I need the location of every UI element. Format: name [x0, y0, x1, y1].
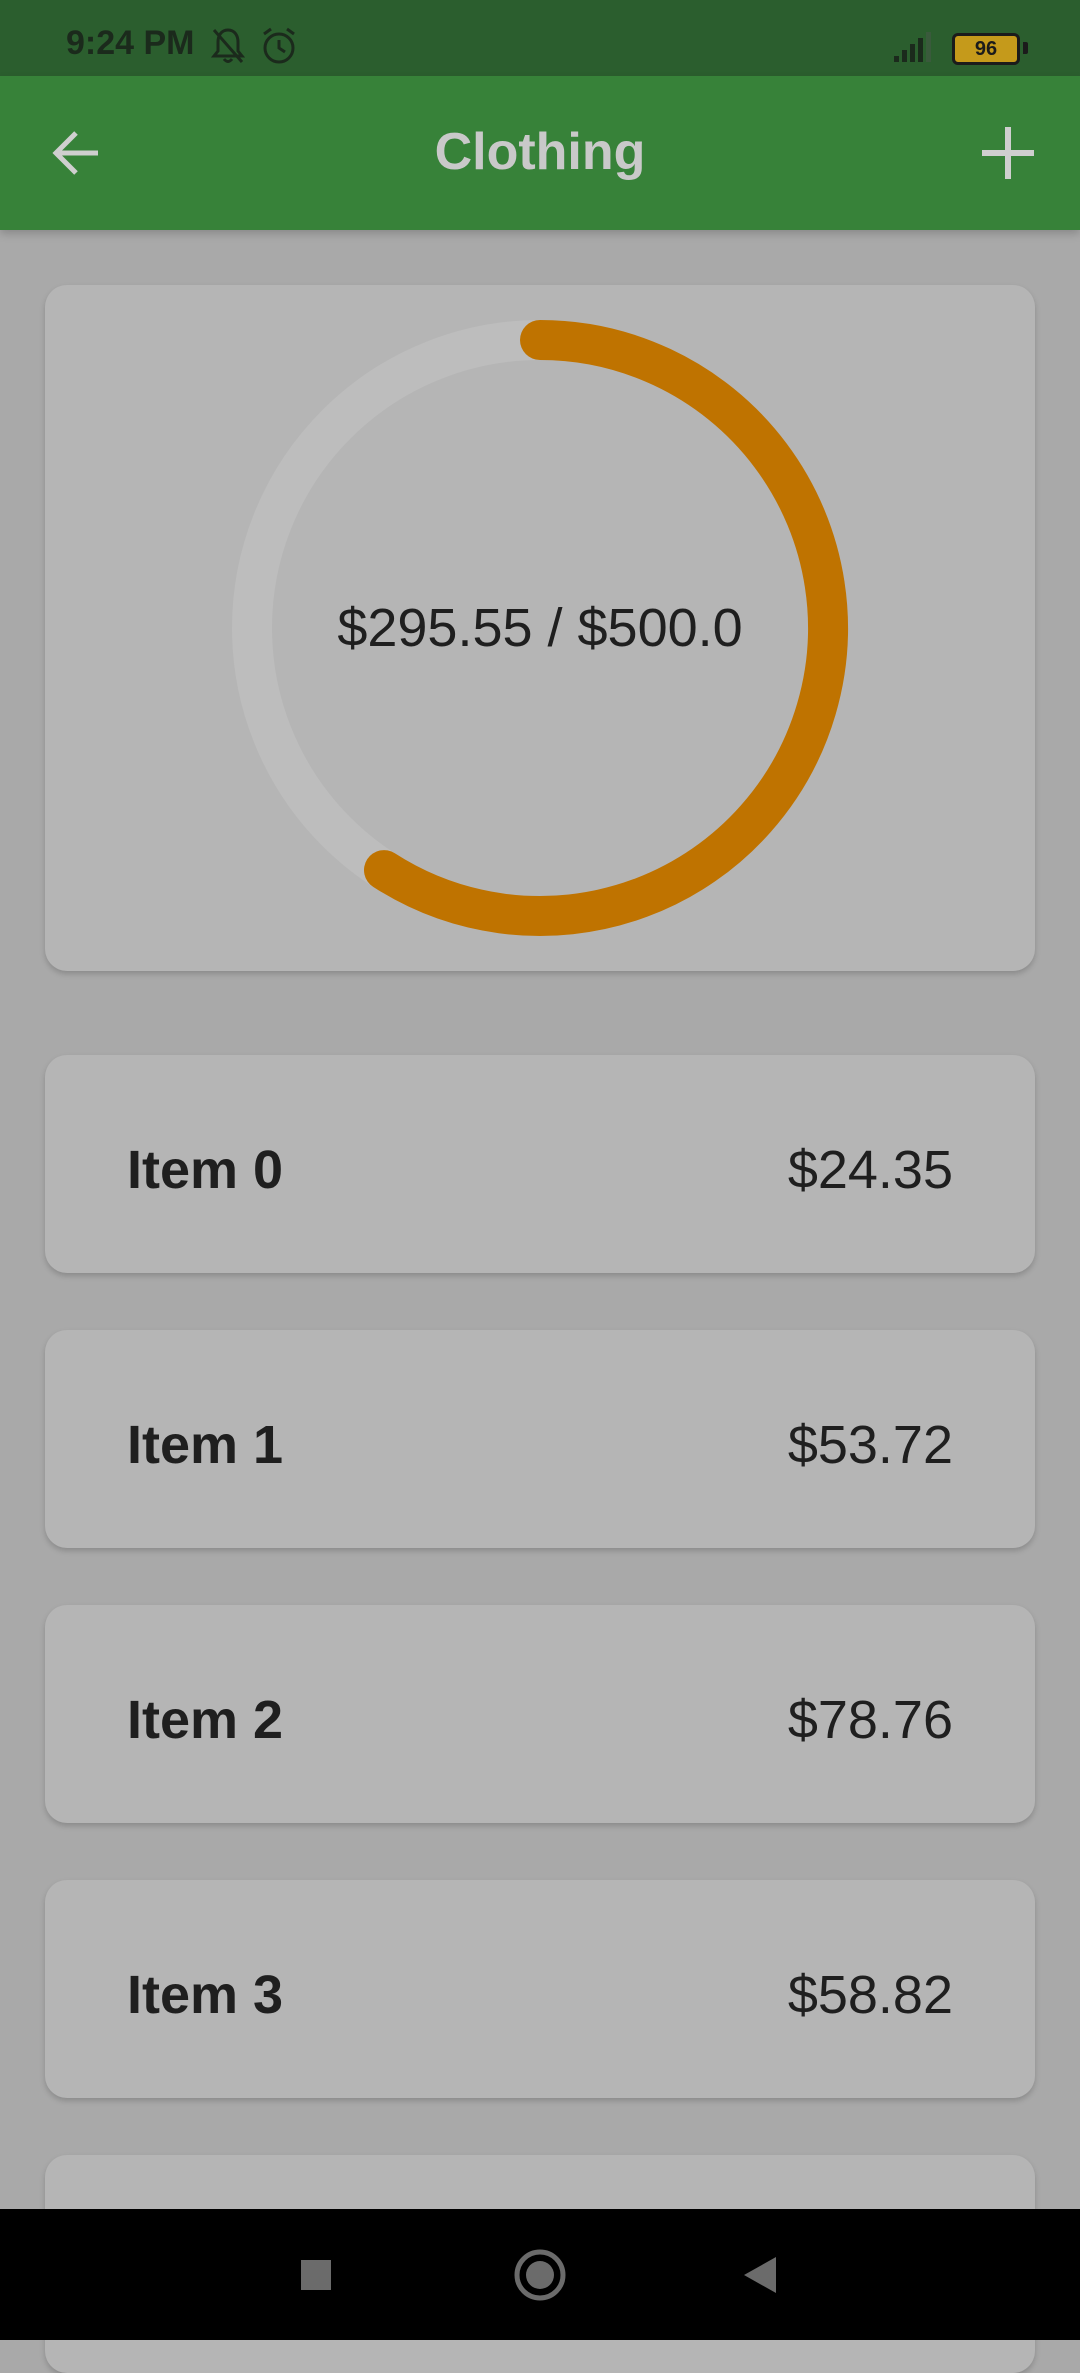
list-item[interactable]: Item 2 $78.76 — [45, 1605, 1035, 1823]
signal-icon — [892, 30, 932, 64]
circle-home-icon — [514, 2249, 566, 2301]
item-name: Item 1 — [127, 1415, 284, 1475]
alarm-icon — [260, 26, 298, 66]
battery-icon: 96 — [952, 33, 1020, 65]
battery-tip — [1023, 42, 1028, 54]
item-name: Item 0 — [127, 1140, 284, 1200]
budget-card: $295.55 / $500.0 — [45, 285, 1035, 971]
item-name: Item 3 — [127, 1965, 284, 2025]
item-name: Item 2 — [127, 1690, 284, 1750]
recents-button[interactable] — [299, 2258, 333, 2297]
square-recents-icon — [301, 2260, 331, 2290]
status-bar: 9:24 PM 96 — [0, 0, 1080, 76]
budget-label: $295.55 / $500.0 — [337, 598, 743, 658]
item-price: $78.76 — [787, 1690, 953, 1750]
list-item[interactable]: Item 3 $58.82 — [45, 1880, 1035, 2098]
item-price: $58.82 — [787, 1965, 953, 2025]
plus-icon — [982, 127, 1034, 179]
add-item-button[interactable] — [974, 119, 1042, 187]
nav-bar — [0, 2209, 1080, 2340]
item-price: $53.72 — [787, 1415, 953, 1475]
back-nav-button[interactable] — [742, 2255, 778, 2300]
list-item[interactable]: Item 1 $53.72 — [45, 1330, 1035, 1548]
list-item[interactable]: Item 0 $24.35 — [45, 1055, 1035, 1273]
bell-off-icon — [210, 26, 246, 66]
app-bar: Clothing — [0, 76, 1080, 230]
triangle-back-icon — [744, 2257, 776, 2293]
status-time: 9:24 PM — [66, 24, 195, 62]
page-title: Clothing — [434, 123, 646, 181]
item-price: $24.35 — [787, 1140, 953, 1200]
battery-level: 96 — [974, 37, 998, 60]
home-button[interactable] — [513, 2248, 567, 2307]
